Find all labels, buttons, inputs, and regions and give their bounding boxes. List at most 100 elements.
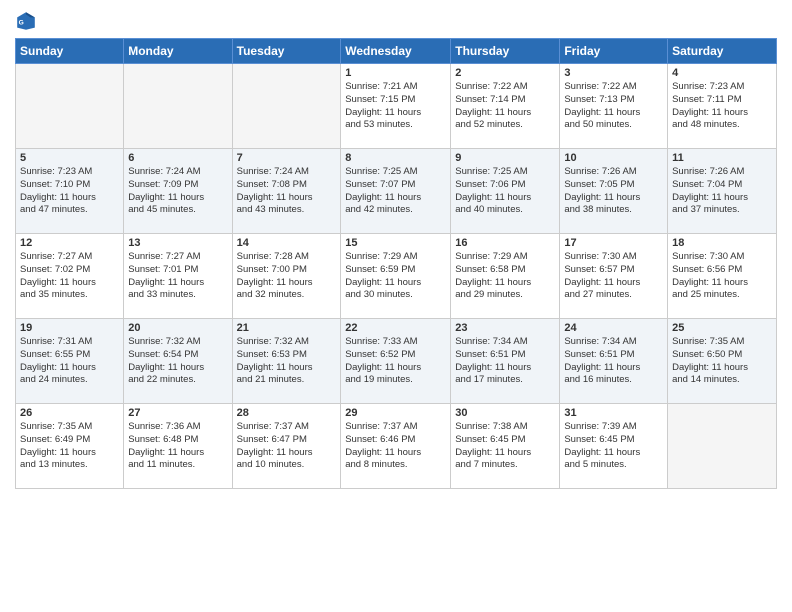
day-number: 12 [20, 237, 119, 249]
day-number: 4 [672, 67, 772, 79]
day-number: 6 [128, 152, 227, 164]
calendar-cell: 14 Sunrise: 7:28 AM Sunset: 7:00 PM Dayli… [232, 234, 341, 319]
day-number: 19 [20, 322, 119, 334]
day-info: Sunrise: 7:29 AM Sunset: 6:58 PM Dayligh… [455, 251, 555, 302]
calendar-cell: 21 Sunrise: 7:32 AM Sunset: 6:53 PM Dayli… [232, 319, 341, 404]
day-number: 29 [345, 407, 446, 419]
day-number: 28 [237, 407, 337, 419]
day-info: Sunrise: 7:22 AM Sunset: 7:13 PM Dayligh… [564, 81, 663, 132]
calendar-cell: 12 Sunrise: 7:27 AM Sunset: 7:02 PM Dayli… [16, 234, 124, 319]
calendar-week-2: 5 Sunrise: 7:23 AM Sunset: 7:10 PM Daylig… [16, 149, 777, 234]
col-header-thursday: Thursday [451, 39, 560, 64]
day-info: Sunrise: 7:22 AM Sunset: 7:14 PM Dayligh… [455, 81, 555, 132]
calendar-cell: 18 Sunrise: 7:30 AM Sunset: 6:56 PM Dayli… [668, 234, 777, 319]
day-info: Sunrise: 7:25 AM Sunset: 7:06 PM Dayligh… [455, 166, 555, 217]
calendar-cell [124, 64, 232, 149]
day-number: 9 [455, 152, 555, 164]
day-number: 14 [237, 237, 337, 249]
day-info: Sunrise: 7:34 AM Sunset: 6:51 PM Dayligh… [455, 336, 555, 387]
logo-icon: G [15, 10, 37, 32]
day-info: Sunrise: 7:26 AM Sunset: 7:04 PM Dayligh… [672, 166, 772, 217]
col-header-sunday: Sunday [16, 39, 124, 64]
calendar-cell: 2 Sunrise: 7:22 AM Sunset: 7:14 PM Daylig… [451, 64, 560, 149]
day-info: Sunrise: 7:35 AM Sunset: 6:50 PM Dayligh… [672, 336, 772, 387]
calendar-cell: 19 Sunrise: 7:31 AM Sunset: 6:55 PM Dayli… [16, 319, 124, 404]
calendar-cell: 5 Sunrise: 7:23 AM Sunset: 7:10 PM Daylig… [16, 149, 124, 234]
day-info: Sunrise: 7:35 AM Sunset: 6:49 PM Dayligh… [20, 421, 119, 472]
col-header-tuesday: Tuesday [232, 39, 341, 64]
day-number: 17 [564, 237, 663, 249]
calendar-week-4: 19 Sunrise: 7:31 AM Sunset: 6:55 PM Dayli… [16, 319, 777, 404]
day-info: Sunrise: 7:31 AM Sunset: 6:55 PM Dayligh… [20, 336, 119, 387]
day-number: 11 [672, 152, 772, 164]
day-info: Sunrise: 7:37 AM Sunset: 6:46 PM Dayligh… [345, 421, 446, 472]
day-number: 24 [564, 322, 663, 334]
calendar-week-1: 1 Sunrise: 7:21 AM Sunset: 7:15 PM Daylig… [16, 64, 777, 149]
day-info: Sunrise: 7:30 AM Sunset: 6:57 PM Dayligh… [564, 251, 663, 302]
calendar-cell: 1 Sunrise: 7:21 AM Sunset: 7:15 PM Daylig… [341, 64, 451, 149]
calendar-cell: 31Sunrise: 7:39 AM Sunset: 6:45 PM Dayli… [560, 404, 668, 489]
calendar: SundayMondayTuesdayWednesdayThursdayFrid… [15, 38, 777, 489]
calendar-cell [232, 64, 341, 149]
day-info: Sunrise: 7:37 AM Sunset: 6:47 PM Dayligh… [237, 421, 337, 472]
calendar-cell: 17 Sunrise: 7:30 AM Sunset: 6:57 PM Dayli… [560, 234, 668, 319]
calendar-cell: 13Sunrise: 7:27 AM Sunset: 7:01 PM Dayli… [124, 234, 232, 319]
day-info: Sunrise: 7:32 AM Sunset: 6:54 PM Dayligh… [128, 336, 227, 387]
calendar-cell: 4Sunrise: 7:23 AM Sunset: 7:11 PM Daylig… [668, 64, 777, 149]
day-info: Sunrise: 7:27 AM Sunset: 7:02 PM Dayligh… [20, 251, 119, 302]
col-header-monday: Monday [124, 39, 232, 64]
calendar-cell: 10Sunrise: 7:26 AM Sunset: 7:05 PM Dayli… [560, 149, 668, 234]
calendar-cell: 3 Sunrise: 7:22 AM Sunset: 7:13 PM Daylig… [560, 64, 668, 149]
calendar-week-3: 12 Sunrise: 7:27 AM Sunset: 7:02 PM Dayli… [16, 234, 777, 319]
calendar-cell: 29 Sunrise: 7:37 AM Sunset: 6:46 PM Dayli… [341, 404, 451, 489]
col-header-saturday: Saturday [668, 39, 777, 64]
day-number: 3 [564, 67, 663, 79]
day-info: Sunrise: 7:28 AM Sunset: 7:00 PM Dayligh… [237, 251, 337, 302]
day-number: 16 [455, 237, 555, 249]
day-number: 26 [20, 407, 119, 419]
day-info: Sunrise: 7:23 AM Sunset: 7:10 PM Dayligh… [20, 166, 119, 217]
calendar-cell: 26 Sunrise: 7:35 AM Sunset: 6:49 PM Dayli… [16, 404, 124, 489]
day-info: Sunrise: 7:38 AM Sunset: 6:45 PM Dayligh… [455, 421, 555, 472]
calendar-cell: 8Sunrise: 7:25 AM Sunset: 7:07 PM Daylig… [341, 149, 451, 234]
day-info: Sunrise: 7:24 AM Sunset: 7:09 PM Dayligh… [128, 166, 227, 217]
calendar-cell: 22 Sunrise: 7:33 AM Sunset: 6:52 PM Dayli… [341, 319, 451, 404]
day-info: Sunrise: 7:26 AM Sunset: 7:05 PM Dayligh… [564, 166, 663, 217]
calendar-cell: 11 Sunrise: 7:26 AM Sunset: 7:04 PM Dayli… [668, 149, 777, 234]
day-number: 7 [237, 152, 337, 164]
day-number: 21 [237, 322, 337, 334]
calendar-cell: 9 Sunrise: 7:25 AM Sunset: 7:06 PM Daylig… [451, 149, 560, 234]
day-number: 18 [672, 237, 772, 249]
day-number: 2 [455, 67, 555, 79]
col-header-wednesday: Wednesday [341, 39, 451, 64]
day-info: Sunrise: 7:24 AM Sunset: 7:08 PM Dayligh… [237, 166, 337, 217]
day-info: Sunrise: 7:36 AM Sunset: 6:48 PM Dayligh… [128, 421, 227, 472]
calendar-header-row: SundayMondayTuesdayWednesdayThursdayFrid… [16, 39, 777, 64]
header: G [15, 10, 777, 32]
day-info: Sunrise: 7:29 AM Sunset: 6:59 PM Dayligh… [345, 251, 446, 302]
calendar-cell: 30Sunrise: 7:38 AM Sunset: 6:45 PM Dayli… [451, 404, 560, 489]
calendar-cell: 16 Sunrise: 7:29 AM Sunset: 6:58 PM Dayli… [451, 234, 560, 319]
calendar-cell: 24 Sunrise: 7:34 AM Sunset: 6:51 PM Dayli… [560, 319, 668, 404]
day-number: 31 [564, 407, 663, 419]
calendar-cell [16, 64, 124, 149]
calendar-cell: 20 Sunrise: 7:32 AM Sunset: 6:54 PM Dayli… [124, 319, 232, 404]
day-number: 25 [672, 322, 772, 334]
day-number: 20 [128, 322, 227, 334]
day-number: 5 [20, 152, 119, 164]
day-info: Sunrise: 7:34 AM Sunset: 6:51 PM Dayligh… [564, 336, 663, 387]
calendar-cell [668, 404, 777, 489]
day-info: Sunrise: 7:32 AM Sunset: 6:53 PM Dayligh… [237, 336, 337, 387]
calendar-week-5: 26 Sunrise: 7:35 AM Sunset: 6:49 PM Dayli… [16, 404, 777, 489]
day-number: 22 [345, 322, 446, 334]
calendar-cell: 23Sunrise: 7:34 AM Sunset: 6:51 PM Dayli… [451, 319, 560, 404]
day-info: Sunrise: 7:25 AM Sunset: 7:07 PM Dayligh… [345, 166, 446, 217]
calendar-cell: 6 Sunrise: 7:24 AM Sunset: 7:09 PM Daylig… [124, 149, 232, 234]
day-number: 1 [345, 67, 446, 79]
day-info: Sunrise: 7:33 AM Sunset: 6:52 PM Dayligh… [345, 336, 446, 387]
day-info: Sunrise: 7:21 AM Sunset: 7:15 PM Dayligh… [345, 81, 446, 132]
calendar-cell: 25 Sunrise: 7:35 AM Sunset: 6:50 PM Dayli… [668, 319, 777, 404]
day-info: Sunrise: 7:30 AM Sunset: 6:56 PM Dayligh… [672, 251, 772, 302]
calendar-cell: 28 Sunrise: 7:37 AM Sunset: 6:47 PM Dayli… [232, 404, 341, 489]
calendar-cell: 15Sunrise: 7:29 AM Sunset: 6:59 PM Dayli… [341, 234, 451, 319]
